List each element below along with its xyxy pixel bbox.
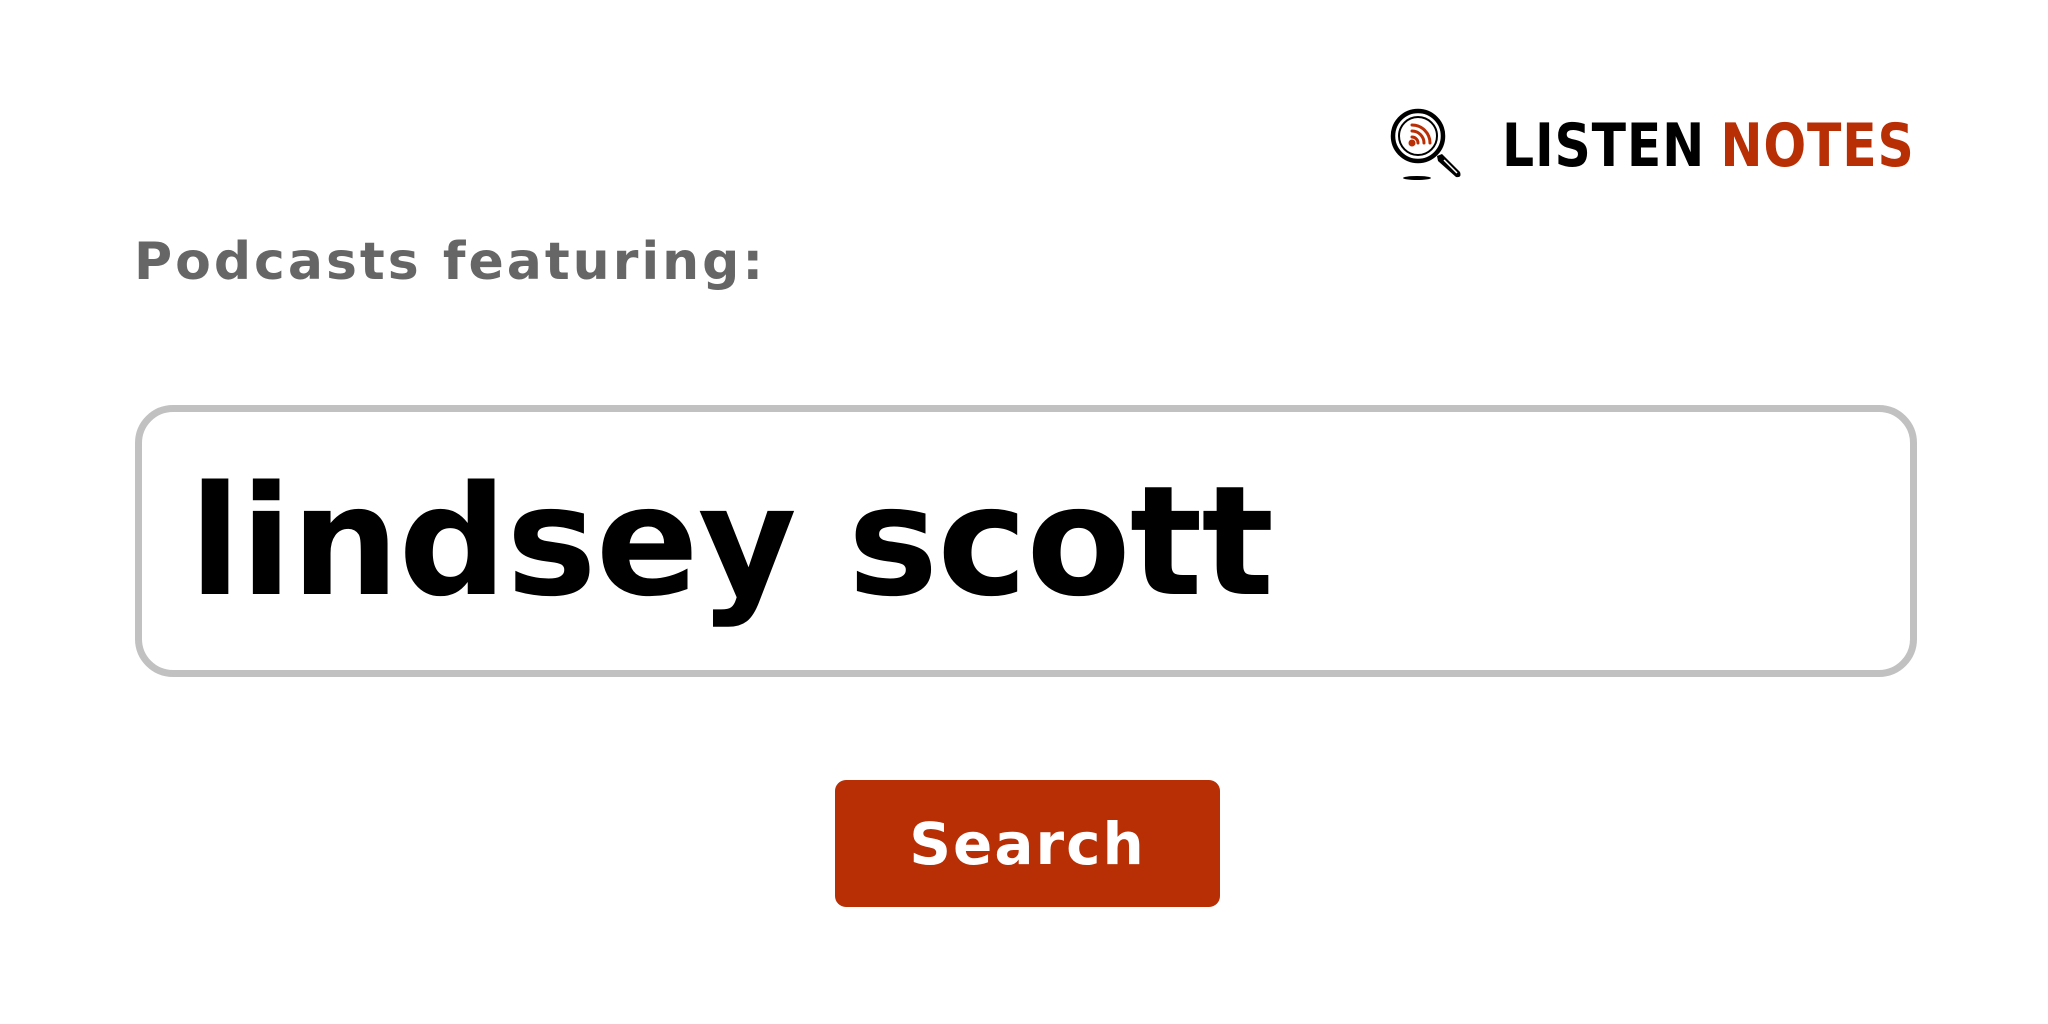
- listen-notes-logo[interactable]: LISTEN NOTES: [1388, 106, 1993, 186]
- search-box[interactable]: [135, 405, 1917, 677]
- search-button[interactable]: Search: [835, 780, 1220, 907]
- podcasts-featuring-label: Podcasts featuring:: [134, 232, 767, 292]
- logo-word-notes: NOTES: [1720, 111, 1915, 181]
- page: LISTENNOTES Podcasts featuring: Search: [0, 0, 2048, 1024]
- logo-wordmark: LISTEN NOTES: [1502, 116, 1915, 176]
- search-input[interactable]: [189, 412, 1910, 670]
- magnifier-podcast-icon: [1390, 108, 1461, 180]
- logo-word-listen: LISTEN: [1502, 111, 1706, 181]
